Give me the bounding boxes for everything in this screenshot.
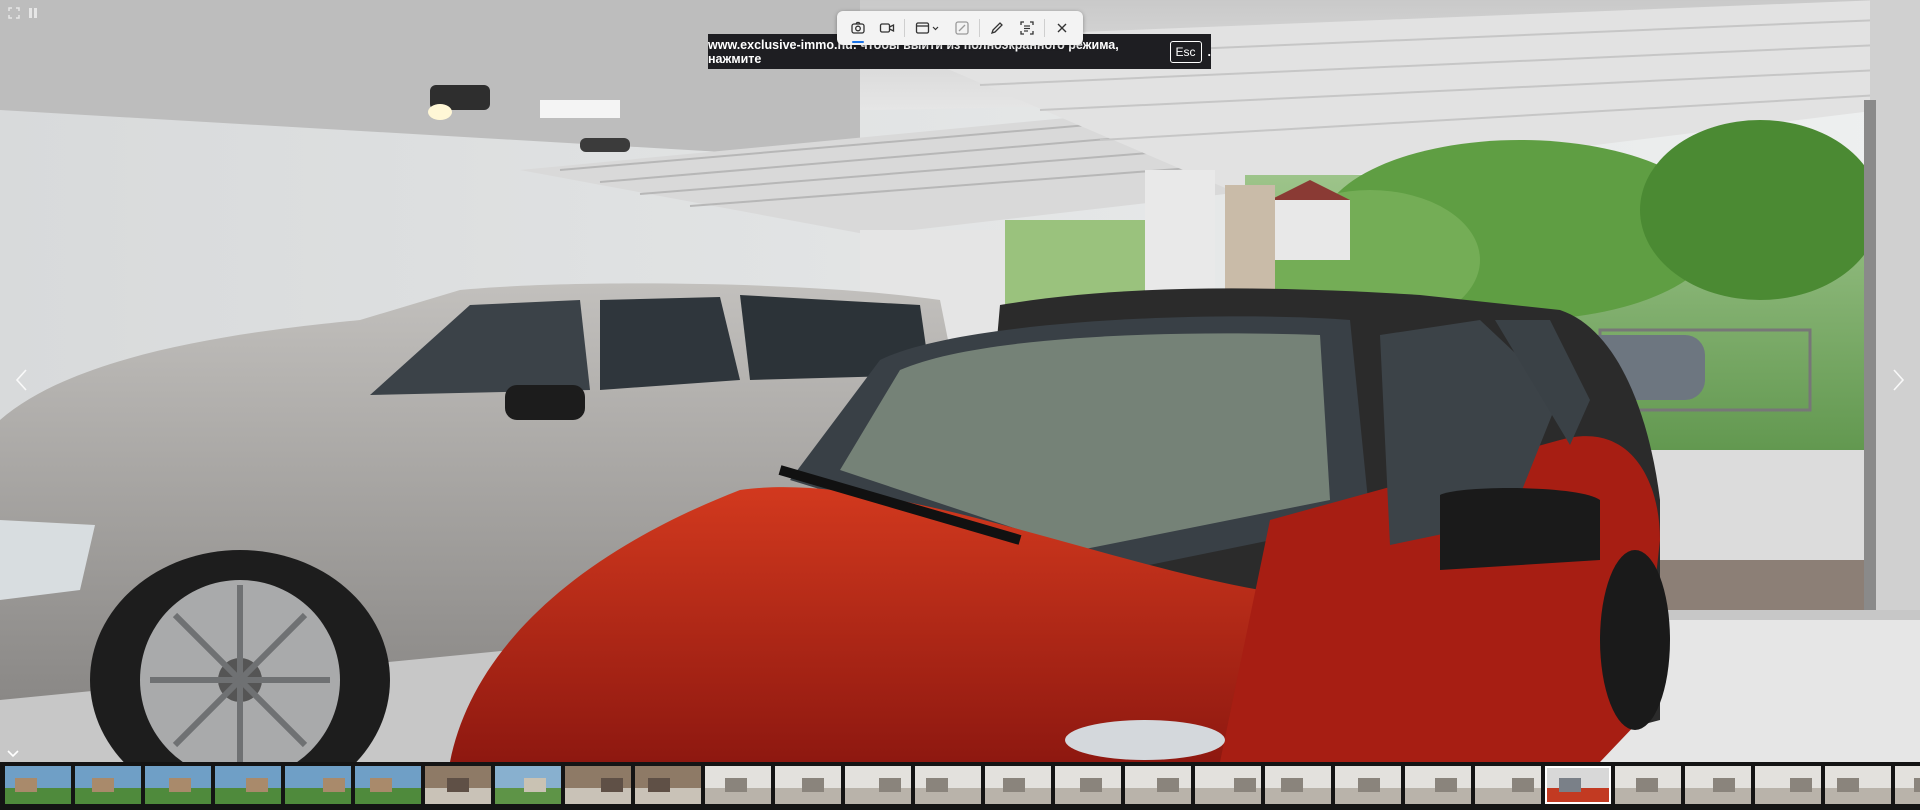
toolbar-divider — [1044, 19, 1046, 37]
thumbnail[interactable] — [1335, 766, 1401, 804]
thumbnail[interactable] — [5, 766, 71, 804]
thumbnail[interactable] — [1055, 766, 1121, 804]
edit-image-icon — [955, 21, 969, 35]
toolbar-divider — [904, 19, 906, 37]
record-button[interactable] — [875, 16, 899, 40]
fullscreen-banner-suffix: . — [1207, 44, 1211, 59]
thumbnail[interactable] — [915, 766, 981, 804]
thumbnail[interactable] — [1755, 766, 1821, 804]
thumbnail[interactable] — [75, 766, 141, 804]
thumbnail[interactable] — [1195, 766, 1261, 804]
chevron-right-icon — [1893, 369, 1905, 391]
collapse-thumbnails-button[interactable] — [6, 746, 20, 760]
thumbnail[interactable] — [985, 766, 1051, 804]
scan-text-icon — [1020, 21, 1034, 35]
thumbnail[interactable] — [425, 766, 491, 804]
thumbnail-strip — [0, 762, 1920, 810]
thumbnail[interactable] — [285, 766, 351, 804]
toolbar-divider — [979, 19, 981, 37]
pen-button[interactable] — [985, 16, 1009, 40]
fullscreen-icon[interactable] — [8, 6, 20, 24]
thumbnail[interactable] — [635, 766, 701, 804]
thumbnail[interactable] — [845, 766, 911, 804]
markup-button[interactable] — [950, 16, 974, 40]
window-dropdown-icon — [915, 22, 938, 34]
thumbnail[interactable] — [775, 766, 841, 804]
previous-photo-button[interactable] — [6, 360, 36, 400]
garage-photo — [0, 0, 1920, 762]
esc-key-hint: Esc — [1169, 40, 1202, 63]
photo-viewer: www.exclusive-immo.hu: чтобы выйти из по… — [0, 0, 1920, 762]
video-icon — [879, 23, 895, 33]
thumbnail-list — [5, 766, 1920, 804]
capture-toolbar — [837, 11, 1083, 45]
camera-icon — [850, 21, 865, 34]
corner-tools — [8, 6, 38, 24]
pause-icon[interactable] — [28, 6, 38, 24]
thumbnail[interactable] — [1825, 766, 1891, 804]
screenshot-button[interactable] — [846, 16, 870, 43]
thumbnail[interactable] — [565, 766, 631, 804]
thumbnail[interactable] — [495, 766, 561, 804]
thumbnail[interactable] — [1895, 766, 1920, 804]
close-icon — [1057, 23, 1067, 33]
thumbnail[interactable] — [355, 766, 421, 804]
thumbnail[interactable] — [1125, 766, 1191, 804]
close-button[interactable] — [1050, 16, 1074, 40]
thumbnail[interactable] — [1685, 766, 1751, 804]
thumbnail[interactable] — [705, 766, 771, 804]
pen-icon — [991, 22, 1004, 35]
thumbnail[interactable] — [1615, 766, 1681, 804]
thumbnail[interactable] — [1265, 766, 1331, 804]
chevron-down-icon — [7, 750, 19, 758]
next-photo-button[interactable] — [1884, 360, 1914, 400]
thumbnail[interactable] — [215, 766, 281, 804]
thumbnail[interactable] — [145, 766, 211, 804]
thumbnail[interactable] — [1545, 766, 1611, 804]
thumbnail[interactable] — [1475, 766, 1541, 804]
chevron-left-icon — [15, 369, 27, 391]
thumbnail[interactable] — [1405, 766, 1471, 804]
text-scan-button[interactable] — [1015, 16, 1039, 40]
window-mode-dropdown[interactable] — [911, 16, 945, 40]
